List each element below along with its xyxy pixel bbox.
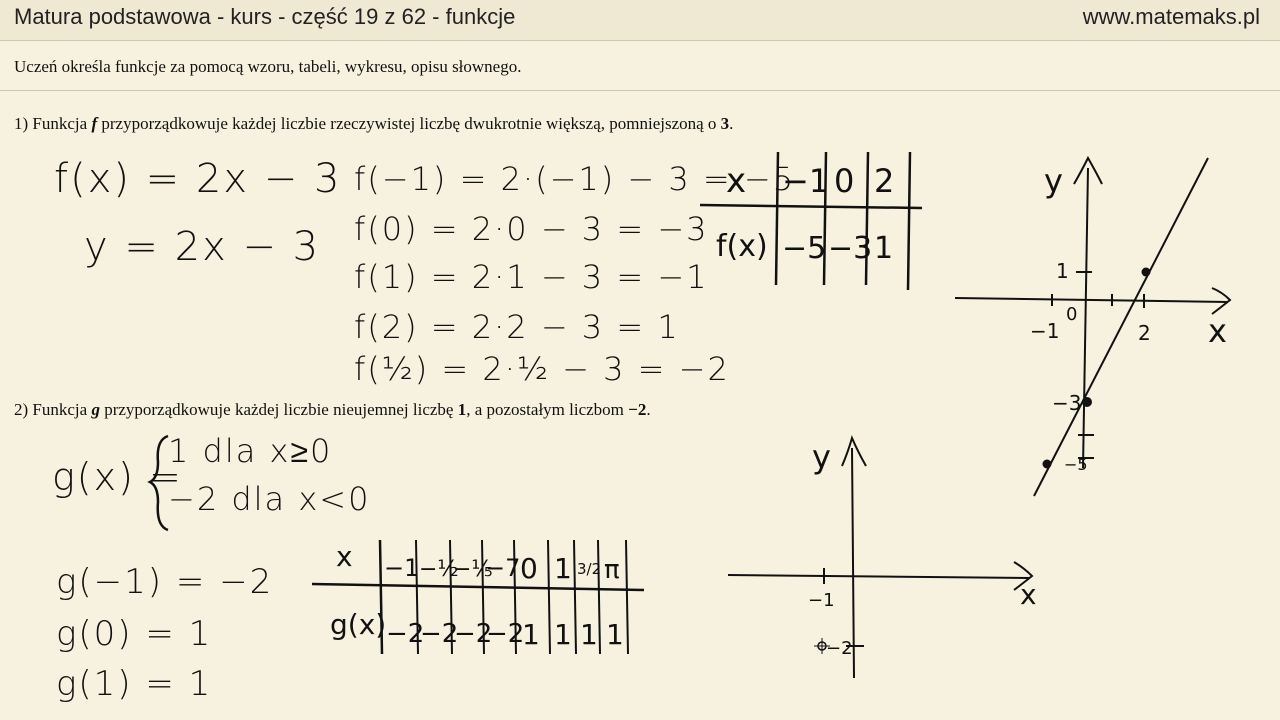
table-f-vline xyxy=(906,151,912,291)
table-g-x-cell: −7 xyxy=(485,554,520,582)
graph-f-x-axis xyxy=(954,297,1229,303)
table-g-vline xyxy=(625,539,629,655)
table-g-x-cell: 1 xyxy=(554,552,572,585)
table-f-hline xyxy=(699,203,923,210)
table-g: x g(x) −1 −½ −⅕ −7 0 1 3/2 π −2 −2 −2 −2… xyxy=(311,539,645,655)
graph-g-tick-label: −1 xyxy=(808,590,835,611)
table-g-x-cell: −1 xyxy=(384,554,419,582)
graph-f-tick-label: −5 xyxy=(1064,455,1088,474)
graph-f-point xyxy=(1082,397,1092,407)
table-f-x-cell: −1 xyxy=(782,162,829,200)
table-g-gx-cell: −2 xyxy=(420,619,458,649)
table-g-hline xyxy=(311,582,645,592)
graph-f-x-label: x xyxy=(1208,312,1227,350)
table-f: x f(x) −1 0 2 −5 −3 1 xyxy=(699,151,923,291)
table-g-vline xyxy=(597,539,601,655)
graph-g-y-label: y xyxy=(812,438,831,476)
table-f-fx-cell: −3 xyxy=(828,231,872,266)
graph-f: y x 1 0 −1 2 −3 −5 xyxy=(954,155,1232,497)
graph-g-x-axis xyxy=(727,574,1031,579)
table-g-gx-cell: −2 xyxy=(386,619,424,649)
graph-f-point xyxy=(1042,459,1052,469)
table-f-x-cell: 0 xyxy=(834,162,854,200)
graph-f-line xyxy=(1033,157,1209,497)
table-g-gx-cell: −2 xyxy=(486,619,524,649)
graph-g-y-arrow xyxy=(841,435,867,467)
table-g-x-header: x xyxy=(336,540,353,573)
graph-f-tick-label: −1 xyxy=(1030,319,1059,343)
table-g-x-cell: π xyxy=(604,555,620,585)
graph-f-tick-label: 0 xyxy=(1066,304,1077,325)
brace-mark xyxy=(147,434,169,532)
graph-f-tick-label: 2 xyxy=(1138,321,1151,345)
handwriting-canvas: x f(x) −1 0 2 −5 −3 1 y x 1 0 −1 2 −3 −5 xyxy=(147,151,1232,679)
table-f-vline xyxy=(774,151,780,286)
graph-f-tick-label: 1 xyxy=(1056,259,1069,283)
graph-f-y-axis xyxy=(1082,167,1089,469)
table-f-fx-cell: 1 xyxy=(874,231,893,266)
table-f-x-header: x xyxy=(726,161,746,201)
table-g-gx-cell: 1 xyxy=(522,618,540,651)
table-g-gx-cell: 1 xyxy=(580,618,598,651)
table-f-fx-cell: −5 xyxy=(782,231,826,266)
table-g-gx-header: g(x) xyxy=(330,608,386,641)
table-g-x-cell: 3/2 xyxy=(577,560,601,578)
table-g-vline xyxy=(573,539,577,655)
table-g-gx-cell: 1 xyxy=(606,618,624,651)
table-f-x-cell: 2 xyxy=(874,162,894,200)
graph-g-x-label: x xyxy=(1020,578,1037,611)
table-g-gx-cell: 1 xyxy=(554,618,572,651)
graph-f-point xyxy=(1141,267,1151,277)
table-g-vline xyxy=(547,539,551,655)
table-g-x-cell: 0 xyxy=(520,552,538,585)
graph-g-tick-label: −2 xyxy=(826,638,853,659)
graph-g: y x −1 −2 xyxy=(727,435,1037,679)
table-f-fx-header: f(x) xyxy=(716,229,768,264)
graph-f-y-label: y xyxy=(1044,162,1063,200)
